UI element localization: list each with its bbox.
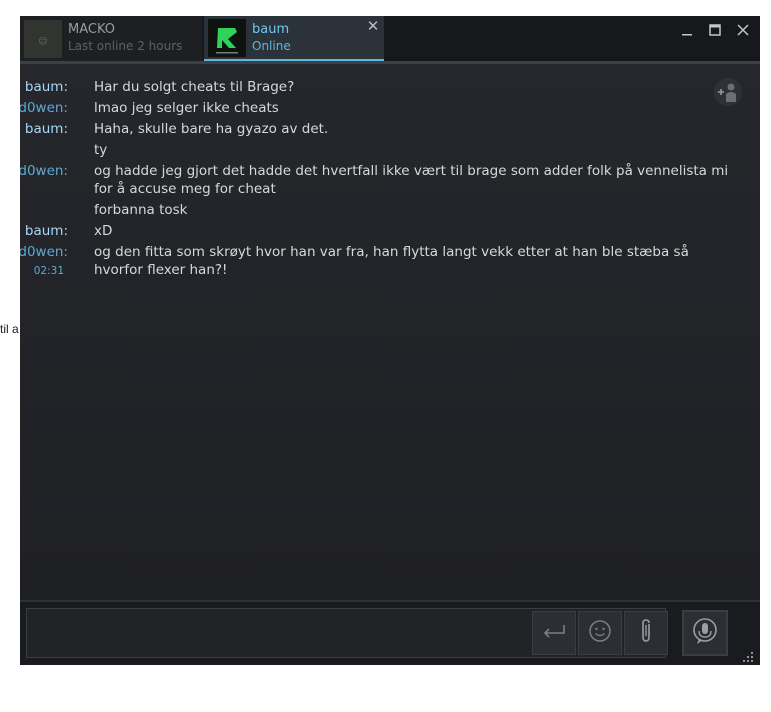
resize-grip-icon[interactable]: [742, 648, 754, 662]
tab-name: MACKO: [68, 22, 116, 37]
message: baum: xD: [20, 222, 740, 240]
emoji-button[interactable]: [578, 611, 622, 655]
message-text: og den fitta som skrøyt hvor han var fra…: [94, 244, 689, 278]
message: forbanna tosk: [20, 201, 740, 219]
message: ty: [20, 141, 740, 159]
message: d0wen: lmao jeg selger ikke cheats: [20, 99, 740, 117]
message-text: og hadde jeg gjort det hadde det hvertfa…: [94, 163, 729, 197]
message: d0wen: og hadde jeg gjort det hadde det …: [20, 162, 740, 198]
enter-icon: [541, 623, 567, 643]
input-bar: [20, 600, 760, 665]
paperclip-icon: [638, 618, 654, 648]
svg-text:☺: ☺: [38, 36, 47, 47]
message-sender[interactable]: d0wen:: [20, 99, 68, 117]
message: d0wen: 02:31 og den fitta som skrøyt hvo…: [20, 243, 740, 279]
avatar: ☺: [24, 20, 62, 58]
message-text: Har du solgt cheats til Brage?: [94, 79, 295, 95]
voice-chat-button[interactable]: [682, 610, 728, 656]
close-icon[interactable]: ✕: [366, 19, 380, 34]
background-text-fragment: til a: [0, 322, 19, 336]
emoji-icon: [588, 619, 612, 647]
tab-status: Last online 2 hours: [68, 39, 183, 53]
message-text: Haha, skulle bare ha gyazo av det.: [94, 121, 329, 137]
minimize-icon[interactable]: [678, 23, 696, 41]
message-sender[interactable]: d0wen:: [20, 162, 68, 180]
message-sender[interactable]: baum:: [25, 120, 68, 138]
message-text: forbanna tosk: [94, 202, 188, 218]
message-sender[interactable]: baum:: [25, 78, 68, 96]
voice-chat-icon: [691, 617, 719, 649]
attach-button[interactable]: [624, 611, 668, 655]
message-list: baum: Har du solgt cheats til Brage? d0w…: [20, 78, 740, 282]
send-button[interactable]: [532, 611, 576, 655]
close-icon[interactable]: [734, 23, 752, 41]
chat-window: ☺ MACKO Last online 2 hours baum Online …: [20, 16, 760, 665]
window-controls: [673, 21, 752, 39]
tab-name: baum: [252, 22, 290, 37]
maximize-icon[interactable]: [706, 23, 724, 41]
message-sender[interactable]: baum:: [25, 222, 68, 240]
title-bar: ☺ MACKO Last online 2 hours baum Online …: [20, 16, 760, 61]
message-text: lmao jeg selger ikke cheats: [94, 100, 279, 116]
tab-baum[interactable]: baum Online ✕: [204, 16, 384, 61]
message-sender[interactable]: d0wen:: [20, 243, 68, 261]
tab-status: Online: [252, 39, 291, 53]
message: baum: Haha, skulle bare ha gyazo av det.: [20, 120, 740, 138]
message-text: ty: [94, 142, 108, 158]
message-timestamp: 02:31: [33, 265, 64, 277]
message-text: xD: [94, 223, 113, 239]
avatar: [208, 19, 246, 57]
chat-history[interactable]: baum: Har du solgt cheats til Brage? d0w…: [20, 64, 760, 600]
tab-macko[interactable]: ☺ MACKO Last online 2 hours: [20, 16, 202, 61]
message: baum: Har du solgt cheats til Brage?: [20, 78, 740, 96]
